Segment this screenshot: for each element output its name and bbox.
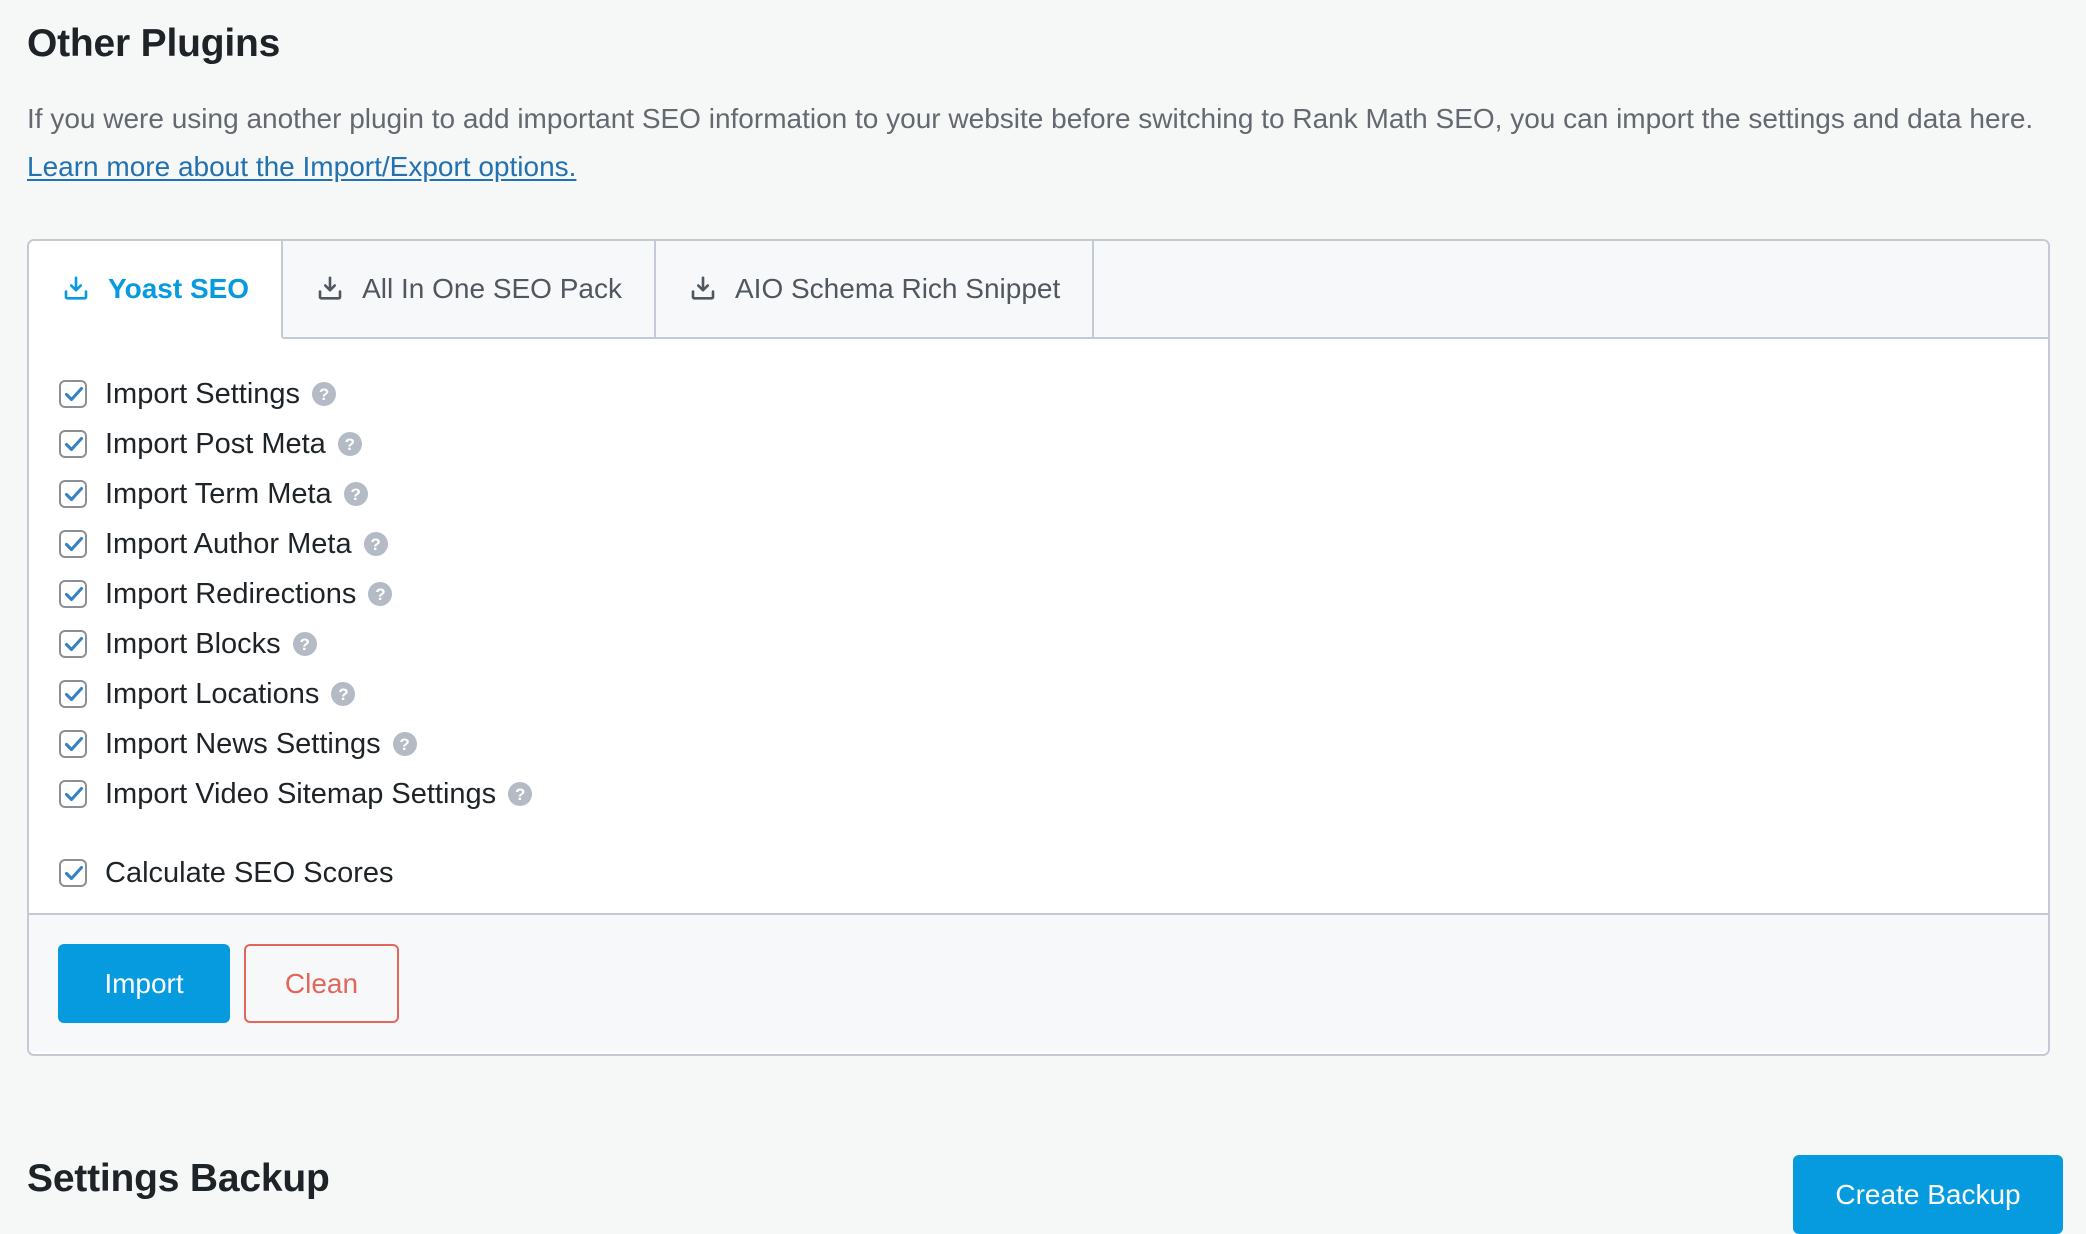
checkbox-import-blocks[interactable] — [59, 630, 87, 658]
import-export-learn-more-link[interactable]: Learn more about the Import/Export optio… — [27, 151, 576, 182]
checkbox-row-import-locations[interactable]: Import Locations ? — [29, 669, 2048, 719]
checkbox-label: Import Post Meta — [105, 428, 326, 460]
checkbox-label: Import Locations — [105, 678, 320, 710]
checkbox-label: Import News Settings — [105, 728, 381, 760]
other-plugins-page: Other Plugins If you were using another … — [0, 0, 2086, 1234]
checkbox-row-import-post-meta[interactable]: Import Post Meta ? — [29, 419, 2048, 469]
checkbox-import-news-settings[interactable] — [59, 730, 87, 758]
checkbox-label: Import Blocks — [105, 628, 281, 660]
checkbox-row-calculate-seo-scores[interactable]: Calculate SEO Scores — [29, 848, 2048, 898]
help-icon[interactable]: ? — [343, 482, 368, 506]
help-icon[interactable]: ? — [331, 682, 356, 706]
checkbox-row-import-settings[interactable]: Import Settings ? — [29, 369, 2048, 419]
checkbox-import-settings[interactable] — [59, 380, 87, 408]
import-panel: Yoast SEO All In One SEO Pack AIO Schema… — [27, 239, 2050, 1056]
create-backup-button[interactable]: Create Backup — [1793, 1155, 2063, 1234]
section-description: If you were using another plugin to add … — [27, 95, 2037, 191]
import-download-icon — [61, 274, 91, 304]
help-icon[interactable]: ? — [337, 432, 362, 456]
help-icon[interactable]: ? — [363, 532, 388, 556]
checkbox-import-locations[interactable] — [59, 680, 87, 708]
help-icon[interactable]: ? — [312, 382, 337, 406]
tab-aio-schema-rich-snippet[interactable]: AIO Schema Rich Snippet — [655, 241, 1095, 337]
page-title: Other Plugins — [27, 22, 281, 65]
tab-label: All In One SEO Pack — [362, 273, 622, 304]
checkbox-row-import-redirections[interactable]: Import Redirections ? — [29, 569, 2048, 619]
tab-label: Yoast SEO — [108, 273, 250, 304]
import-options-list: Import Settings ? Import Post Meta ? Imp… — [29, 339, 2048, 913]
checkbox-import-video-sitemap-settings[interactable] — [59, 780, 87, 808]
import-download-icon — [688, 274, 718, 304]
import-button[interactable]: Import — [58, 944, 230, 1023]
checkbox-calculate-seo-scores[interactable] — [59, 859, 87, 887]
panel-action-bar: Import Clean — [29, 913, 2048, 1052]
checkbox-label: Import Redirections — [105, 578, 357, 610]
checkbox-label: Calculate SEO Scores — [105, 857, 394, 889]
tab-label: AIO Schema Rich Snippet — [734, 273, 1061, 304]
help-icon[interactable]: ? — [368, 582, 393, 606]
help-icon[interactable]: ? — [392, 732, 417, 756]
checkbox-label: Import Author Meta — [105, 528, 352, 560]
checkbox-row-import-author-meta[interactable]: Import Author Meta ? — [29, 519, 2048, 569]
help-icon[interactable]: ? — [292, 632, 317, 656]
help-icon[interactable]: ? — [508, 782, 533, 806]
checkbox-label: Import Settings — [105, 378, 301, 410]
clean-button[interactable]: Clean — [244, 944, 399, 1023]
checkbox-import-redirections[interactable] — [59, 580, 87, 608]
checkbox-row-import-video-sitemap-settings[interactable]: Import Video Sitemap Settings ? — [29, 769, 2048, 819]
checkbox-row-import-news-settings[interactable]: Import News Settings ? — [29, 719, 2048, 769]
checkbox-label: Import Term Meta — [105, 478, 332, 510]
tab-yoast-seo[interactable]: Yoast SEO — [29, 241, 284, 339]
checkbox-row-import-blocks[interactable]: Import Blocks ? — [29, 619, 2048, 669]
plugin-tabs: Yoast SEO All In One SEO Pack AIO Schema… — [29, 241, 2048, 339]
checkbox-row-import-term-meta[interactable]: Import Term Meta ? — [29, 469, 2048, 519]
tabbar-filler — [1094, 241, 2048, 337]
checkbox-import-term-meta[interactable] — [59, 480, 87, 508]
section-description-text: If you were using another plugin to add … — [27, 103, 2034, 134]
tab-all-in-one-seo-pack[interactable]: All In One SEO Pack — [283, 241, 656, 337]
settings-backup-title: Settings Backup — [27, 1157, 330, 1200]
checkbox-import-post-meta[interactable] — [59, 430, 87, 458]
import-download-icon — [315, 274, 345, 304]
checkbox-import-author-meta[interactable] — [59, 530, 87, 558]
checkbox-label: Import Video Sitemap Settings — [105, 778, 497, 810]
